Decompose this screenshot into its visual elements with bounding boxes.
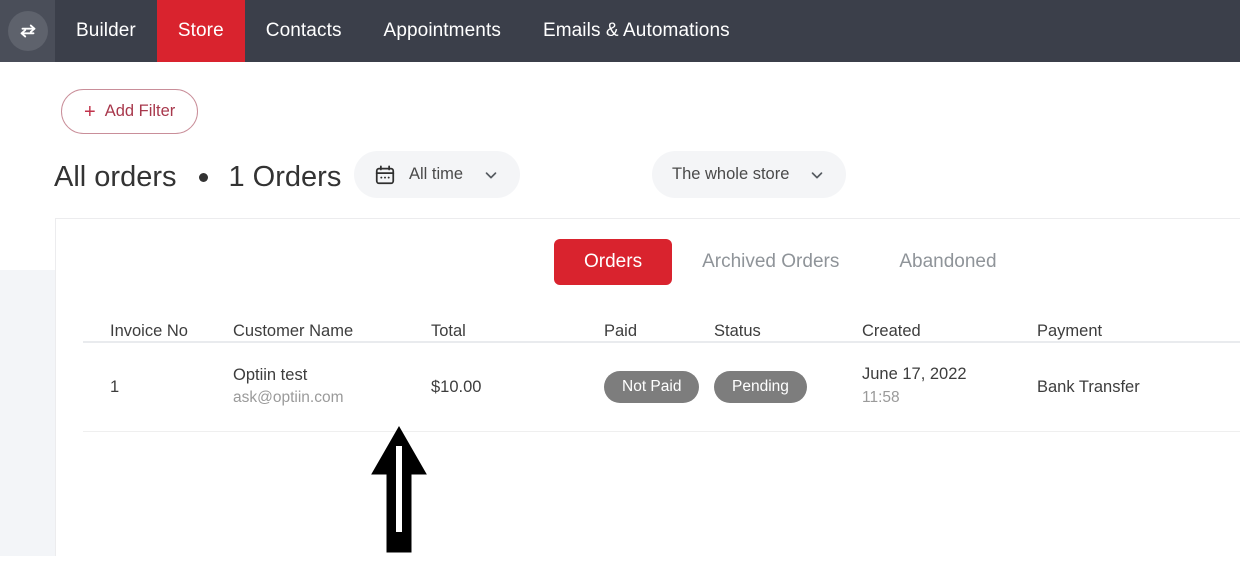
tab-label: Archived Orders (702, 251, 840, 272)
chevron-down-icon (482, 166, 500, 184)
nav-items: Builder Store Contacts Appointments Emai… (55, 0, 751, 62)
nav-item-contacts[interactable]: Contacts (245, 0, 363, 62)
time-range-value: All time (409, 165, 464, 183)
nav-item-label: Contacts (265, 20, 342, 41)
nav-item-label: Appointments (383, 20, 501, 41)
cell-status: Pending (714, 371, 862, 403)
orders-tabs: Orders Archived Orders Abandoned (554, 239, 1027, 285)
page-title-row: All orders 1 Orders (54, 151, 341, 203)
created-date: June 17, 2022 (862, 365, 967, 384)
store-scope-value: The whole store (672, 165, 790, 183)
nav-item-label: Store (177, 20, 224, 41)
column-header-customer-name[interactable]: Customer Name (233, 322, 431, 341)
paid-status-badge: Not Paid (604, 371, 700, 403)
tab-label: Orders (584, 251, 643, 272)
order-count-label: 1 Orders (228, 160, 342, 193)
column-header-payment[interactable]: Payment (1037, 322, 1227, 341)
table-header-row: Invoice No Customer Name Total Paid Stat… (83, 305, 1240, 343)
column-header-invoice-no[interactable]: Invoice No (83, 322, 233, 341)
customer-name: Optiin test (233, 365, 308, 384)
top-navigation-bar: Builder Store Contacts Appointments Emai… (0, 0, 1240, 62)
cell-payment: Bank Transfer (1037, 377, 1140, 396)
plus-icon: + (84, 100, 96, 123)
cell-customer: Optiin test ask@optiin.com (233, 364, 431, 410)
chevron-down-icon (808, 166, 826, 184)
cell-invoice-no: 1 (110, 377, 120, 396)
tab-orders[interactable]: Orders (554, 239, 673, 285)
order-status-badge: Pending (714, 371, 807, 403)
time-range-select[interactable]: All time (354, 151, 521, 198)
left-background-panel (0, 270, 55, 556)
page-title: All orders (54, 160, 177, 193)
orders-card: Orders Archived Orders Abandoned Invoice… (55, 218, 1240, 556)
column-header-created[interactable]: Created (862, 322, 1037, 341)
orders-table: Invoice No Customer Name Total Paid Stat… (83, 305, 1240, 432)
nav-item-appointments[interactable]: Appointments (363, 0, 522, 62)
cell-created: June 17, 2022 11:58 (862, 363, 1037, 411)
app-screen: Builder Store Contacts Appointments Emai… (0, 0, 1240, 556)
nav-item-label: Emails & Automations (542, 20, 730, 41)
title-separator-dot (198, 172, 208, 182)
cell-paid: Not Paid (604, 371, 714, 403)
created-time: 11:58 (862, 389, 900, 407)
swap-horizontal-arrows-icon (17, 20, 39, 42)
nav-item-emails-automations[interactable]: Emails & Automations (522, 0, 751, 62)
cell-total: $10.00 (431, 377, 482, 396)
add-filter-button[interactable]: + Add Filter (61, 89, 199, 134)
tab-abandoned[interactable]: Abandoned (869, 239, 1026, 285)
sidebar-toggle-button[interactable] (7, 11, 48, 51)
calendar-icon (374, 164, 396, 186)
nav-item-builder[interactable]: Builder (55, 0, 157, 62)
sidebar-toggle-container (0, 0, 55, 62)
tab-archived-orders[interactable]: Archived Orders (672, 239, 869, 285)
column-header-paid[interactable]: Paid (604, 322, 714, 341)
column-header-total[interactable]: Total (431, 322, 604, 341)
nav-item-label: Builder (76, 20, 136, 41)
store-scope-select[interactable]: The whole store (652, 151, 847, 198)
column-header-status[interactable]: Status (714, 322, 862, 341)
nav-item-store[interactable]: Store (156, 0, 245, 62)
customer-email: ask@optiin.com (233, 389, 344, 407)
tab-label: Abandoned (899, 251, 997, 272)
add-filter-label: Add Filter (104, 102, 176, 120)
table-row[interactable]: 1 Optiin test ask@optiin.com $10.00 Not … (83, 343, 1240, 432)
